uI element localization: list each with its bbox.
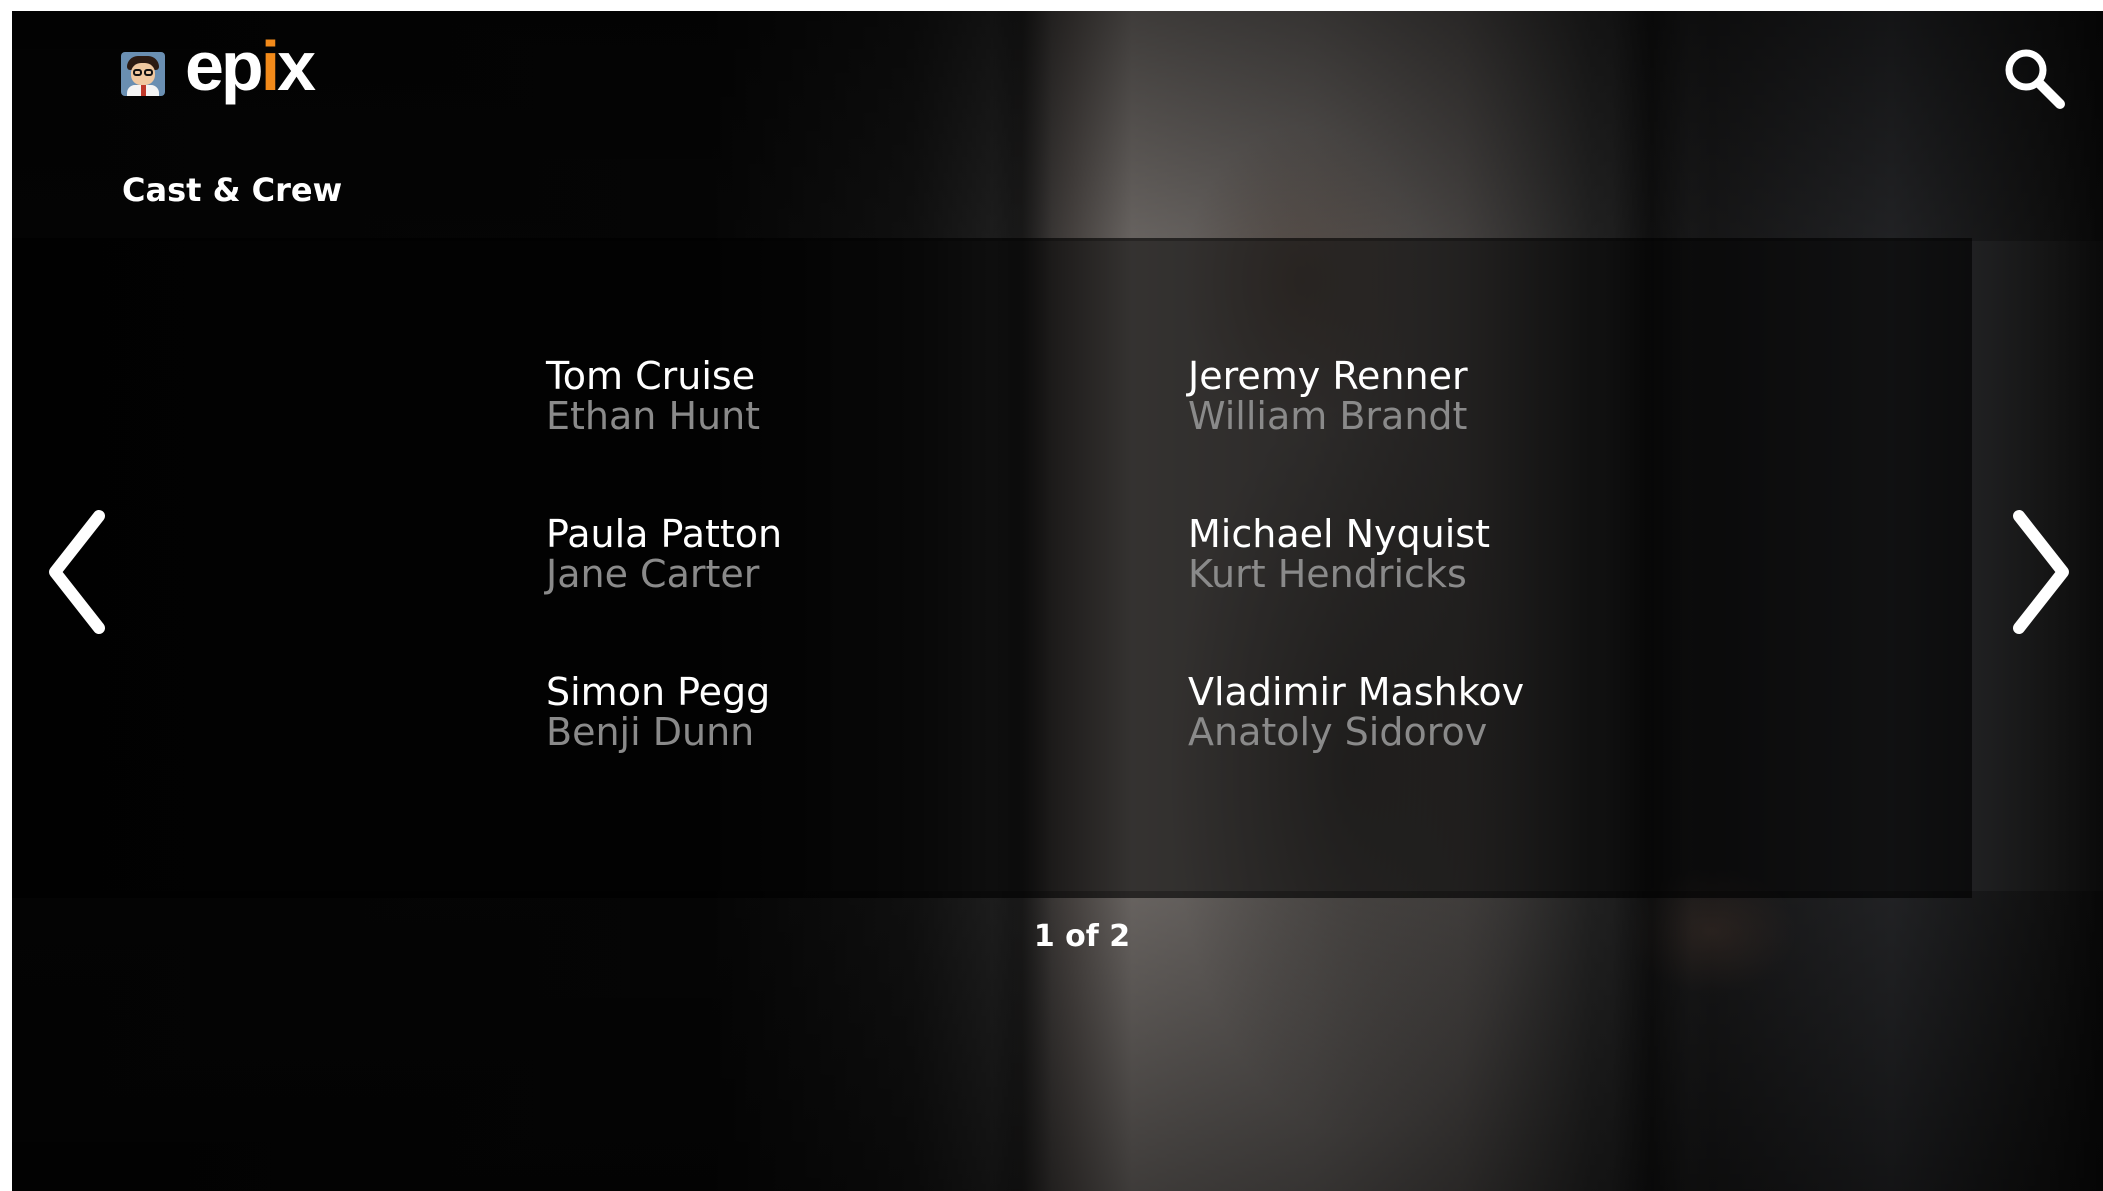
character-name: Anatoly Sidorov: [1188, 710, 1488, 754]
cast-item[interactable]: Vladimir Mashkov Anatoly Sidorov: [1188, 672, 1748, 752]
character-name: Benji Dunn: [546, 710, 755, 754]
actor-name: Michael Nyquist: [1188, 512, 1490, 556]
cast-item[interactable]: Paula Patton Jane Carter: [546, 514, 1106, 594]
search-icon: [2005, 49, 2065, 109]
character-name: Jane Carter: [546, 552, 760, 596]
brand-logo[interactable]: epix: [185, 31, 316, 101]
cast-item[interactable]: Simon Pegg Benji Dunn: [546, 672, 1106, 752]
next-page-button[interactable]: [1997, 506, 2087, 646]
header-logo[interactable]: epix: [121, 31, 316, 101]
character-name: William Brandt: [1188, 394, 1468, 438]
chevron-right-icon: [2013, 510, 2069, 634]
avatar[interactable]: [121, 52, 165, 96]
actor-name: Jeremy Renner: [1188, 354, 1468, 398]
actor-name: Tom Cruise: [546, 354, 756, 398]
previous-page-button[interactable]: [37, 506, 127, 646]
actor-name: Paula Patton: [546, 512, 783, 556]
cast-item[interactable]: Michael Nyquist Kurt Hendricks: [1188, 514, 1748, 594]
actor-name: Simon Pegg: [546, 670, 771, 714]
search-button[interactable]: [2002, 46, 2068, 112]
app-screen: epix Cast & Crew Tom Cruise Ethan Hunt J…: [12, 11, 2103, 1191]
character-name: Kurt Hendricks: [1188, 552, 1467, 596]
cast-item[interactable]: Jeremy Renner William Brandt: [1188, 356, 1748, 436]
actor-name: Vladimir Mashkov: [1188, 670, 1525, 714]
page-title: Cast & Crew: [122, 171, 343, 209]
page-indicator: 1 of 2: [1033, 919, 1131, 954]
cast-panel: Tom Cruise Ethan Hunt Jeremy Renner Will…: [12, 238, 1972, 898]
cast-item[interactable]: Tom Cruise Ethan Hunt: [546, 356, 1106, 436]
chevron-left-icon: [49, 510, 105, 634]
character-name: Ethan Hunt: [546, 394, 761, 438]
